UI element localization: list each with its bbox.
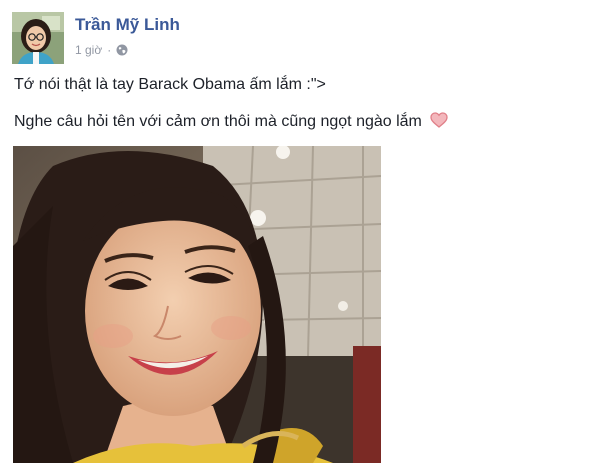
post-photo[interactable] [13,146,381,463]
selfie-image [13,146,381,463]
facebook-post: Trần Mỹ Linh 1 giờ · Tớ nói thật là tay … [0,0,600,463]
avatar[interactable] [12,12,64,64]
post-text-line-2-text: Nghe câu hỏi tên với cảm ơn thôi mà cũng… [14,113,422,130]
meta-separator: · [107,43,112,57]
post-timestamp[interactable]: 1 giờ [75,43,102,57]
post-text-line-2: Nghe câu hỏi tên với cảm ơn thôi mà cũng… [14,112,448,131]
post-text-line-1: Tớ nói thật là tay Barack Obama ấm lắm :… [14,76,326,93]
heart-icon [430,112,448,128]
avatar-image [12,12,64,64]
author-name[interactable]: Trần Mỹ Linh [75,15,180,35]
globe-icon[interactable] [116,44,128,56]
post-meta: 1 giờ · [75,43,128,57]
